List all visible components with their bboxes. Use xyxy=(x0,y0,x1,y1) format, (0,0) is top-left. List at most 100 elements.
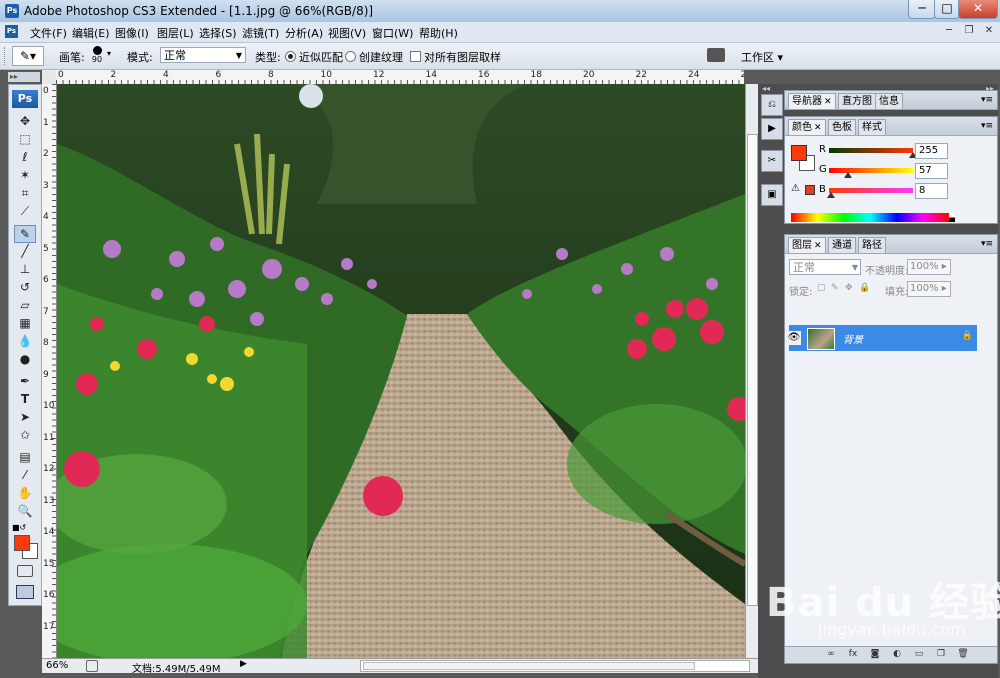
history-panel-icon[interactable]: ⎌ xyxy=(761,94,783,116)
photoshop-logo[interactable]: Ps xyxy=(12,90,38,108)
close-button[interactable]: ✕ xyxy=(958,0,998,19)
menu-file[interactable]: 文件(F) xyxy=(30,25,67,41)
close-icon[interactable]: ✕ xyxy=(824,97,832,107)
layer-name[interactable]: 背景 xyxy=(843,331,863,346)
tab-styles[interactable]: 样式 xyxy=(858,119,886,135)
minimize-button[interactable]: ─ xyxy=(908,0,936,19)
tab-channels[interactable]: 通道 xyxy=(828,237,856,253)
ruler-origin[interactable] xyxy=(42,70,57,85)
eye-visibility-icon[interactable]: 👁 xyxy=(787,331,801,345)
close-icon[interactable]: ✕ xyxy=(814,123,822,133)
clone-stamp-tool-icon[interactable]: ⊥ xyxy=(15,261,35,277)
gradient-tool-icon[interactable]: ▦ xyxy=(15,315,35,331)
foreground-color-swatch[interactable] xyxy=(14,535,30,551)
menu-view[interactable]: 视图(V) xyxy=(328,25,366,41)
tab-swatches[interactable]: 色板 xyxy=(828,119,856,135)
ps-menu-icon[interactable]: Ps xyxy=(5,25,18,38)
panel-menu-icon[interactable]: ▾≡ xyxy=(981,121,993,131)
tab-info[interactable]: 信息 xyxy=(875,93,903,109)
opacity-field[interactable]: 100% ▸ xyxy=(907,259,951,275)
gamut-warning-icon[interactable]: ⚠ xyxy=(791,183,800,194)
menu-select[interactable]: 选择(S) xyxy=(199,25,237,41)
doc-restore-button[interactable]: ❐ xyxy=(962,24,976,38)
path-selection-tool-icon[interactable]: ➤ xyxy=(15,409,35,425)
crop-tool-icon[interactable]: ⌗ xyxy=(15,185,35,201)
doc-minimize-button[interactable]: ─ xyxy=(942,24,956,38)
eraser-tool-icon[interactable]: ▱ xyxy=(15,297,35,313)
scroll-thumb[interactable] xyxy=(747,134,758,606)
layer-row-background[interactable]: 👁 背景 🔒 xyxy=(787,325,977,351)
quick-mask-icon[interactable] xyxy=(17,565,33,577)
move-tool-icon[interactable]: ✥ xyxy=(15,113,35,129)
panel-menu-icon[interactable]: ▾≡ xyxy=(981,95,993,105)
healing-brush-icon[interactable]: ✎▾ xyxy=(12,46,44,66)
brush-dropdown-arrow-icon[interactable]: ▾ xyxy=(107,49,111,58)
actions-panel-icon[interactable]: ▶ xyxy=(761,118,783,140)
shape-tool-icon[interactable]: ✩ xyxy=(15,427,35,443)
spectrum-black-white-icon[interactable] xyxy=(949,213,955,222)
pen-tool-icon[interactable]: ✒ xyxy=(15,373,35,389)
menu-image[interactable]: 图像(I) xyxy=(115,25,149,41)
lasso-tool-icon[interactable]: ℓ xyxy=(15,149,35,165)
menu-layer[interactable]: 图层(L) xyxy=(157,25,194,41)
menu-analysis[interactable]: 分析(A) xyxy=(285,25,323,41)
blur-tool-icon[interactable]: 💧 xyxy=(15,333,35,349)
status-menu-arrow-icon[interactable]: ▶ xyxy=(240,659,247,669)
red-slider-track[interactable] xyxy=(829,148,913,153)
link-layers-icon[interactable]: ∞ xyxy=(825,649,837,660)
panel-menu-icon[interactable]: ▾≡ xyxy=(981,239,993,249)
menu-window[interactable]: 窗口(W) xyxy=(372,25,413,41)
type-proximity-match-radio[interactable]: 近似匹配 xyxy=(285,49,343,65)
brush-preset-picker[interactable]: 90 xyxy=(88,45,106,65)
blend-mode-select[interactable]: 正常 ▼ xyxy=(789,259,861,275)
mode-select[interactable]: 正常 ▼ xyxy=(160,47,246,63)
blue-value-field[interactable]: 8 xyxy=(915,183,948,199)
lock-image-icon[interactable]: ✎ xyxy=(831,283,839,293)
healing-brush-tool-icon[interactable]: ✎ xyxy=(14,225,36,243)
screen-mode-icon[interactable] xyxy=(16,585,34,599)
green-slider-track[interactable] xyxy=(829,168,913,173)
layer-style-icon[interactable]: fx xyxy=(847,649,859,660)
vertical-ruler[interactable]: 0 1 2 3 4 5 6 7 8 9 10 11 12 13 14 15 16 17 xyxy=(42,84,57,660)
adjustment-layer-icon[interactable]: ◐ xyxy=(891,649,903,660)
color-spectrum-bar[interactable] xyxy=(791,213,949,222)
delete-layer-icon[interactable]: 🗑 xyxy=(957,649,969,660)
close-icon[interactable]: ✕ xyxy=(814,241,822,251)
workspace-button[interactable]: 工作区 ▾ xyxy=(741,49,783,65)
toolbox-grip[interactable]: ▸▸ xyxy=(8,72,40,82)
dock-grip[interactable]: ◂◂ xyxy=(762,84,770,93)
hand-tool-icon[interactable]: ✋ xyxy=(15,485,35,501)
horizontal-scrollbar[interactable] xyxy=(360,660,750,672)
tab-color[interactable]: 颜色 ✕ xyxy=(788,119,826,135)
bridge-icon[interactable] xyxy=(707,48,725,62)
red-value-field[interactable]: 255 xyxy=(915,143,948,159)
zoom-level[interactable]: 66% xyxy=(46,660,68,671)
vertical-scrollbar[interactable] xyxy=(745,84,758,658)
slice-tool-icon[interactable]: ⟋ xyxy=(15,203,35,219)
magic-wand-tool-icon[interactable]: ✶ xyxy=(15,167,35,183)
tab-navigator[interactable]: 导航器 ✕ xyxy=(788,93,836,109)
lock-position-icon[interactable]: ✥ xyxy=(845,283,853,293)
layer-mask-icon[interactable]: ◙ xyxy=(869,649,881,660)
gamut-color-chip[interactable] xyxy=(805,185,815,195)
scroll-thumb[interactable] xyxy=(363,662,695,670)
new-layer-icon[interactable]: ❐ xyxy=(935,649,947,660)
lock-transparent-icon[interactable]: ▢ xyxy=(817,283,826,293)
blue-slider-thumb[interactable] xyxy=(827,192,835,198)
green-value-field[interactable]: 57 xyxy=(915,163,948,179)
menu-filter[interactable]: 滤镜(T) xyxy=(242,25,279,41)
green-slider-thumb[interactable] xyxy=(844,172,852,178)
menu-edit[interactable]: 编辑(E) xyxy=(72,25,110,41)
notes-tool-icon[interactable]: ▤ xyxy=(15,449,35,465)
lock-all-icon[interactable]: 🔒 xyxy=(859,283,870,293)
horizontal-ruler[interactable]: 02468101214161820222426 xyxy=(56,70,744,85)
history-brush-tool-icon[interactable]: ↺ xyxy=(15,279,35,295)
brush-tool-icon[interactable]: ╱ xyxy=(15,243,35,259)
tab-histogram[interactable]: 直方图 xyxy=(838,93,876,109)
fill-field[interactable]: 100% ▸ xyxy=(907,281,951,297)
eyedropper-tool-icon[interactable]: ⁄ xyxy=(15,467,35,483)
tab-paths[interactable]: 路径 xyxy=(858,237,886,253)
new-group-icon[interactable]: ▭ xyxy=(913,649,925,660)
layer-comps-panel-icon[interactable]: ▣ xyxy=(761,184,783,206)
dodge-tool-icon[interactable]: ● xyxy=(15,351,35,367)
